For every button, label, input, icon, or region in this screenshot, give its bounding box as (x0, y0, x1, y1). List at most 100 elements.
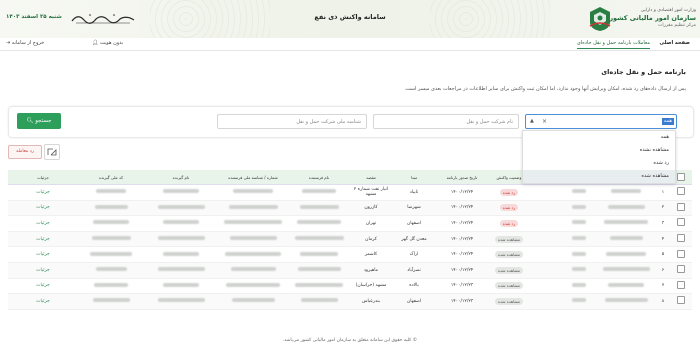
nav-home[interactable]: صفحه اصلی (660, 40, 690, 46)
masked-value (572, 220, 586, 225)
table-cell: کاشمر (350, 246, 392, 263)
masked-value (94, 282, 128, 287)
nav-road-freight[interactable]: معاملات بارنامه حمل و نقل جاده‌ای (576, 40, 650, 49)
masked-value (572, 282, 586, 287)
row-checkbox[interactable] (677, 249, 685, 258)
details-link[interactable]: جزئیات (36, 205, 49, 210)
table-row[interactable]: ۷ مشاهده شده ۱۴۰۰/۱۲/۲۳ بالاده مشهد (خراسان)… (8, 278, 692, 295)
issue-date: ۱۴۰۰/۱۲/۲۴ (450, 252, 474, 258)
search-button[interactable]: جستجو 🔍︎ (17, 113, 61, 129)
company-name-field[interactable] (373, 114, 519, 129)
table-cell (144, 215, 218, 232)
reaction-status-badge: مشاهده شده (494, 282, 524, 290)
system-name: سامانه واکنش ذی نفع (314, 13, 386, 21)
row-checkbox[interactable] (677, 280, 685, 289)
dropdown-option[interactable]: مشاهده نشده (523, 144, 675, 157)
row-checkbox[interactable] (677, 234, 685, 243)
table-cell (144, 293, 218, 310)
row-checkbox[interactable] (677, 202, 685, 211)
masked-value (609, 236, 643, 241)
origin-city: نصرآباد (407, 267, 421, 273)
table-cell (670, 184, 692, 201)
row-checkbox[interactable] (677, 296, 685, 305)
table-cell (562, 200, 596, 217)
table-cell (562, 293, 596, 310)
masked-value (163, 251, 199, 256)
masked-value (228, 204, 278, 209)
select-all-checkbox[interactable] (677, 172, 685, 181)
table-body: ۱ رد شده ۱۴۰۰/۱۲/۲۴ تایباد انبار نفت شماره ۲… (8, 184, 692, 310)
table-cell: ۲ (656, 200, 670, 217)
row-checkbox[interactable] (677, 187, 685, 196)
masked-value (294, 236, 344, 241)
table-cell (144, 278, 218, 295)
row-number: ۲ (661, 205, 665, 211)
table-row[interactable]: ۲ رد شده ۱۴۰۰/۱۲/۲۴ شهرضا کازرون جزئیات (8, 200, 692, 217)
table-cell: ۵ (656, 246, 670, 263)
national-id-input[interactable] (218, 115, 366, 128)
masked-value (300, 298, 338, 303)
table-cell (288, 184, 350, 201)
masked-value (90, 251, 132, 256)
table-cell (288, 246, 350, 263)
masked-value (611, 189, 641, 194)
table-cell (596, 200, 656, 217)
table-row[interactable]: ۴ مشاهده شده ۱۴۰۰/۱۲/۲۴ معدن گل گهر کرمان جزئ… (8, 231, 692, 248)
row-number: ۸ (661, 298, 665, 304)
company-name-input[interactable] (374, 115, 518, 128)
table-cell: ۱۴۰۰/۱۲/۲۳ (436, 278, 488, 295)
details-link[interactable]: جزئیات (36, 237, 49, 242)
details-link[interactable]: جزئیات (36, 221, 49, 226)
masked-value (157, 267, 205, 272)
row-checkbox[interactable] (677, 218, 685, 227)
masked-value (572, 298, 586, 303)
table-cell: رد شده (488, 184, 530, 201)
reject-transaction-button[interactable]: رد معامله (8, 145, 42, 159)
masked-value (297, 267, 341, 272)
masked-value (608, 282, 644, 287)
table-row[interactable]: ۳ رد شده ۱۴۰۰/۱۲/۲۴ اصفهان تهران جزئیات (8, 215, 692, 232)
row-checkbox[interactable] (677, 265, 685, 274)
table-cell: تهران (350, 215, 392, 232)
table-row[interactable]: ۵ مشاهده شده ۱۴۰۰/۱۲/۲۴ اراک کاشمر جزئیات (8, 246, 692, 263)
dropdown-option[interactable]: مشاهده شده (523, 170, 675, 183)
table-cell (562, 215, 596, 232)
table-cell (562, 278, 596, 295)
edit-button[interactable] (44, 144, 60, 160)
destination-city: تهران (365, 220, 377, 226)
table-cell (288, 293, 350, 310)
masked-value (572, 189, 586, 194)
dropdown-option[interactable]: همه (523, 131, 675, 144)
details-link[interactable]: جزئیات (36, 299, 49, 304)
select-selected-value: همه (661, 118, 674, 125)
masked-value (163, 189, 199, 194)
clear-icon[interactable]: × (542, 118, 547, 125)
details-link[interactable]: جزئیات (36, 252, 49, 257)
logout-link[interactable]: خروج از سامانه ⇥ (6, 40, 44, 46)
details-link[interactable]: جزئیات (36, 190, 49, 195)
table-row[interactable]: ۶ مشاهده شده ۱۴۰۰/۱۲/۲۴ نصرآباد ماهیرود جزئیا… (8, 262, 692, 279)
masked-value (226, 282, 280, 287)
dropdown-option[interactable]: رد شده (523, 157, 675, 170)
national-id-field[interactable] (217, 114, 367, 129)
masked-value (572, 251, 586, 256)
reaction-status-select[interactable]: همه × ▲ (525, 114, 677, 129)
table-cell: مشاهده شده (488, 246, 530, 263)
table-cell (596, 184, 656, 201)
issue-date: ۱۴۰۰/۱۲/۲۳ (450, 283, 474, 289)
destination-city: کرمان (365, 236, 377, 242)
logout-icon: ⇥ (6, 40, 11, 46)
table-cell (670, 278, 692, 295)
caret-up-icon[interactable]: ▲ (530, 118, 534, 125)
table-cell (530, 293, 562, 310)
masked-value (604, 220, 648, 225)
masked-value (606, 251, 646, 256)
user-menu[interactable]: بدون هویت 👤︎ (92, 40, 123, 46)
footer-copyright: © کلیه حقوق این سامانه متعلق به سازمان ا… (282, 338, 418, 343)
destination-city: مشهد (خراسان) (355, 283, 387, 289)
details-link[interactable]: جزئیات (36, 283, 49, 288)
table-row[interactable]: ۸ مشاهده شده ۱۴۰۰/۱۲/۲۳ اصفهان بندرعباس جزئیا… (8, 293, 692, 310)
details-link[interactable]: جزئیات (36, 268, 49, 273)
table-row[interactable]: ۱ رد شده ۱۴۰۰/۱۲/۲۴ تایباد انبار نفت شماره ۲… (8, 184, 692, 201)
reaction-status-badge: رد شده (499, 219, 519, 227)
